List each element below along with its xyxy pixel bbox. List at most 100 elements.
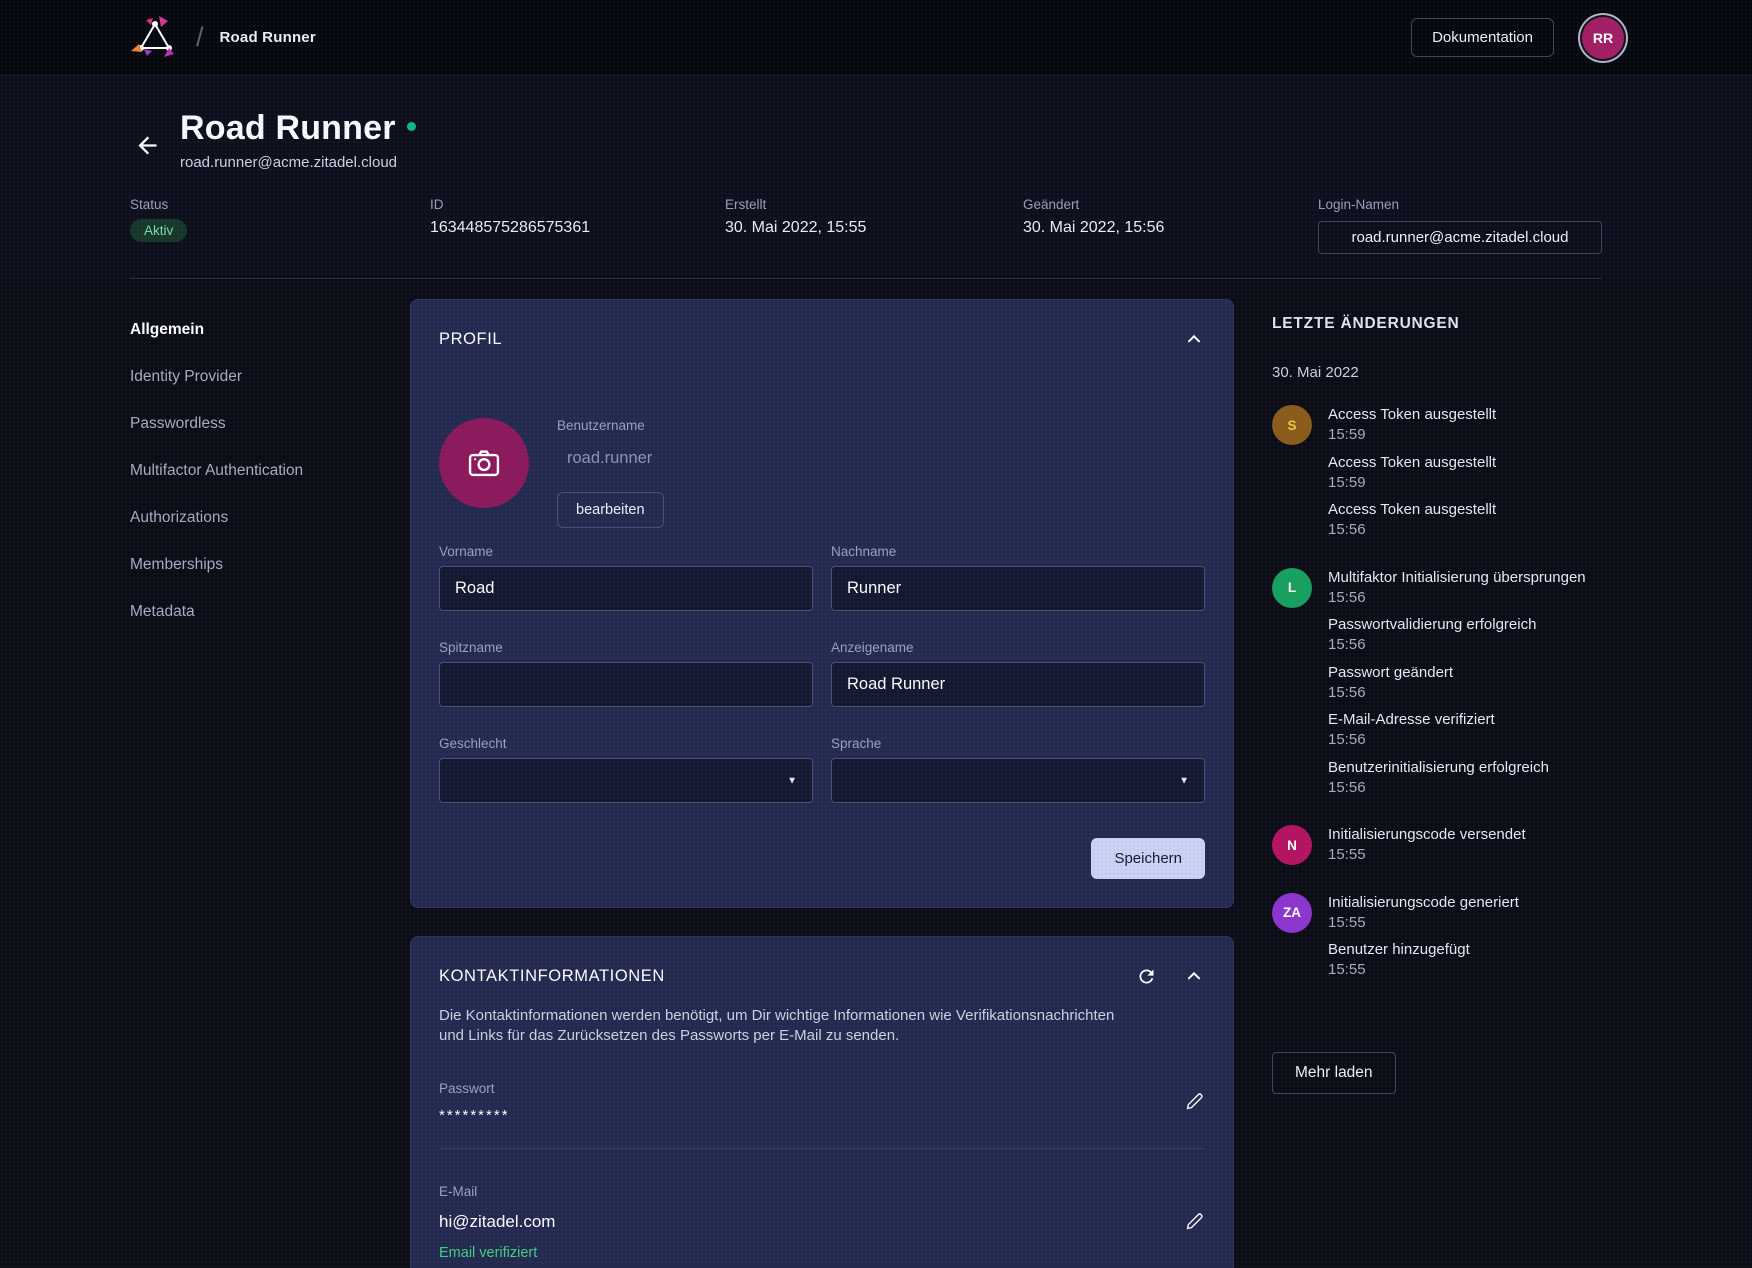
lastname-input[interactable]: [831, 566, 1205, 611]
page-subtitle: road.runner@acme.zitadel.cloud: [180, 154, 416, 171]
nickname-label: Spitzname: [439, 640, 813, 655]
edit-password-pencil-icon[interactable]: [1184, 1091, 1205, 1112]
collapse-chevron-up-icon[interactable]: [1183, 328, 1205, 350]
top-navbar: / Road Runner Dokumentation RR: [0, 0, 1752, 76]
contact-description: Die Kontaktinformationen werden benötigt…: [439, 1006, 1139, 1046]
timeline-group: ZA Initialisierungscode generiert 15:55: [1272, 893, 1602, 989]
username-label: Benutzername: [557, 418, 664, 433]
lastname-label: Nachname: [831, 544, 1205, 559]
user-avatar[interactable]: RR: [1582, 17, 1624, 59]
actor-avatar: S: [1272, 405, 1312, 445]
active-status-dot: [407, 122, 416, 131]
timeline-group: N Initialisierungscode versendet 15:55: [1272, 825, 1602, 874]
sidebar-item[interactable]: Identity Provider: [130, 368, 410, 386]
profile-avatar-camera-icon[interactable]: [439, 418, 529, 508]
main-column: PROFIL: [410, 299, 1234, 1268]
nickname-input[interactable]: [439, 662, 813, 707]
language-label: Sprache: [831, 736, 1205, 751]
event-title: Passwortvalidierung erfolgreich: [1328, 616, 1602, 635]
gender-label: Geschlecht: [439, 736, 813, 751]
contact-divider: [439, 1148, 1205, 1149]
timeline-group: L Multifaktor Initialisierung übersprung…: [1272, 568, 1602, 807]
timeline-event: Access Token ausgestellt 15:56: [1328, 501, 1602, 540]
sidebar-item[interactable]: Memberships: [130, 556, 410, 574]
status-badge: Aktiv: [130, 219, 187, 242]
contact-card: KONTAKTINFORMATIONEN Die Kontaktinformat…: [410, 936, 1234, 1268]
sidebar-item[interactable]: Authorizations: [130, 509, 410, 527]
actor-avatar: L: [1272, 568, 1312, 608]
timeline-event: E-Mail-Adresse verifiziert 15:56: [1328, 711, 1602, 750]
timeline-event: Access Token ausgestellt 15:59: [1328, 454, 1602, 493]
sidebar-item[interactable]: Multifactor Authentication: [130, 462, 410, 480]
changes-date: 30. Mai 2022: [1272, 364, 1602, 381]
id-value: 163448575286575361: [430, 219, 725, 237]
email-label: E-Mail: [439, 1184, 477, 1199]
load-more-button[interactable]: Mehr laden: [1272, 1052, 1396, 1094]
password-masked-value: *********: [439, 1107, 1158, 1124]
documentation-button[interactable]: Dokumentation: [1411, 18, 1554, 57]
actor-avatar: ZA: [1272, 893, 1312, 933]
sidebar-item[interactable]: Allgemein: [130, 321, 410, 339]
recent-changes-panel: LETZTE ÄNDERUNGEN 30. Mai 2022 S Access …: [1272, 299, 1602, 1094]
language-select[interactable]: ▼: [831, 758, 1205, 803]
event-time: 15:55: [1328, 961, 1602, 980]
displayname-input[interactable]: [831, 662, 1205, 707]
content-area: Allgemein Identity Provider Passwordless…: [0, 279, 1752, 1268]
id-label: ID: [430, 197, 725, 212]
firstname-input[interactable]: [439, 566, 813, 611]
event-time: 15:59: [1328, 474, 1602, 493]
displayname-label: Anzeigename: [831, 640, 1205, 655]
edit-email-pencil-icon[interactable]: [1184, 1211, 1205, 1232]
gender-select[interactable]: ▼: [439, 758, 813, 803]
event-time: 15:56: [1328, 521, 1602, 540]
edit-username-button[interactable]: bearbeiten: [557, 492, 664, 528]
event-title: Initialisierungscode versendet: [1328, 826, 1602, 845]
event-time: 15:56: [1328, 684, 1602, 703]
login-names-label: Login-Namen: [1318, 197, 1602, 212]
changed-value: 30. Mai 2022, 15:56: [1023, 219, 1318, 237]
timeline-event: Passwortvalidierung erfolgreich 15:56: [1328, 616, 1602, 655]
created-value: 30. Mai 2022, 15:55: [725, 219, 1023, 237]
actor-avatar: N: [1272, 825, 1312, 865]
sidebar-item[interactable]: Passwordless: [130, 415, 410, 433]
timeline-event: Passwort geändert 15:56: [1328, 664, 1602, 703]
dropdown-arrow-icon: ▼: [1179, 775, 1189, 786]
login-name-chip[interactable]: road.runner@acme.zitadel.cloud: [1318, 221, 1602, 254]
zitadel-console-page: / Road Runner Dokumentation RR Road Runn…: [0, 0, 1752, 1268]
event-time: 15:59: [1328, 426, 1602, 445]
event-title: Access Token ausgestellt: [1328, 454, 1602, 473]
event-title: Multifaktor Initialisierung übersprungen: [1328, 569, 1602, 588]
email-verified-status: Email verifiziert: [439, 1245, 1158, 1261]
event-time: 15:55: [1328, 914, 1602, 933]
collapse-chevron-up-icon[interactable]: [1183, 965, 1205, 987]
timeline-event: Multifaktor Initialisierung übersprungen…: [1328, 569, 1602, 608]
event-time: 15:55: [1328, 846, 1602, 865]
event-time: 15:56: [1328, 636, 1602, 655]
contact-card-title: KONTAKTINFORMATIONEN: [439, 967, 665, 986]
event-title: Benutzerinitialisierung erfolgreich: [1328, 759, 1602, 778]
event-title: Access Token ausgestellt: [1328, 501, 1602, 520]
back-arrow-icon[interactable]: [130, 129, 164, 163]
sidebar-nav: Allgemein Identity Provider Passwordless…: [130, 299, 410, 650]
event-time: 15:56: [1328, 589, 1602, 608]
sidebar-item[interactable]: Metadata: [130, 603, 410, 621]
timeline-event: Benutzerinitialisierung erfolgreich 15:5…: [1328, 759, 1602, 798]
refresh-icon[interactable]: [1136, 966, 1157, 987]
save-button[interactable]: Speichern: [1091, 838, 1205, 879]
event-time: 15:56: [1328, 779, 1602, 798]
changed-label: Geändert: [1023, 197, 1318, 212]
page-title: Road Runner: [180, 110, 396, 147]
email-value: hi@zitadel.com: [439, 1212, 1158, 1232]
password-label: Passwort: [439, 1081, 495, 1096]
profile-card: PROFIL: [410, 299, 1234, 908]
event-title: E-Mail-Adresse verifiziert: [1328, 711, 1602, 730]
zitadel-logo-icon[interactable]: [130, 15, 182, 61]
event-title: Access Token ausgestellt: [1328, 406, 1602, 425]
timeline-event: Initialisierungscode versendet 15:55: [1328, 826, 1602, 865]
timeline-event: Benutzer hinzugefügt 15:55: [1328, 941, 1602, 980]
timeline-event: Access Token ausgestellt 15:59: [1328, 406, 1602, 445]
breadcrumb[interactable]: Road Runner: [220, 29, 316, 46]
timeline-event: Initialisierungscode generiert 15:55: [1328, 894, 1602, 933]
event-title: Benutzer hinzugefügt: [1328, 941, 1602, 960]
timeline-group: S Access Token ausgestellt 15:59 Access: [1272, 405, 1602, 549]
